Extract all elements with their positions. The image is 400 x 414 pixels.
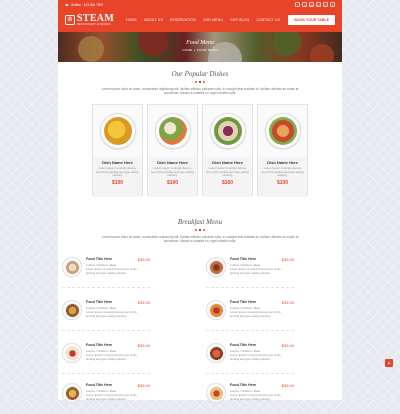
dish-price: $100 xyxy=(221,179,234,186)
dish-description: Lorem Ipsum is simply dummy text of the … xyxy=(151,166,194,178)
twitter-icon[interactable]: t xyxy=(302,2,307,7)
menu-item-description: Lorem Ipsum is simply dummy text of the … xyxy=(86,310,137,318)
menu-item-description: Lorem Ipsum is simply dummy text of the … xyxy=(230,310,281,318)
divider-dots xyxy=(58,229,342,231)
menu-item-image xyxy=(62,343,82,363)
book-table-button[interactable]: BOOK YOUR TABLE xyxy=(288,15,335,25)
menu-item-price: $35.00 xyxy=(281,343,294,348)
nav-item-about[interactable]: ABOUT US xyxy=(144,18,163,22)
menu-item-description: Lorem Ipsum is simply dummy text of the … xyxy=(230,393,281,401)
dish-card[interactable]: Dish Name Here Lorem Ipsum is simply dum… xyxy=(147,104,198,197)
menu-item-price: $35.00 xyxy=(137,257,150,262)
chef-hat-icon: ♔ xyxy=(65,15,75,25)
menu-item-description: Lorem Ipsum is simply dummy text of the … xyxy=(86,267,137,275)
dish-description: Lorem Ipsum is simply dummy text of the … xyxy=(96,166,139,178)
divider-dots xyxy=(58,81,342,83)
vimeo-icon[interactable]: v xyxy=(330,2,335,7)
dish-card[interactable]: Dish Name Here Lorem Ipsum is simply dum… xyxy=(257,104,308,197)
menu-item-image xyxy=(206,383,226,403)
hotline-text: Hotline : 123 456 7890 xyxy=(70,2,104,7)
menu-item-image xyxy=(62,257,82,277)
menu-item-image xyxy=(206,257,226,277)
dish-image xyxy=(93,105,142,157)
dish-price: $100 xyxy=(276,179,289,186)
menu-item-price: $35.00 xyxy=(281,383,294,388)
site-header: ☎ Hotline : 123 456 7890 f t g+ in p v ♔… xyxy=(58,0,342,32)
dish-image xyxy=(258,105,307,157)
menu-item[interactable]: Food Title Here Curries / Chicken / Meat… xyxy=(62,340,150,374)
menu-item-description: Lorem Ipsum is simply dummy text of the … xyxy=(230,267,281,275)
logo-title: STEAM xyxy=(77,13,115,24)
nav-item-reservation[interactable]: RESERVATION xyxy=(170,18,196,22)
menu-item-category: Curries / Chicken / Meat xyxy=(230,388,260,393)
menu-item-category: Curries / Chicken / Meat xyxy=(230,262,260,267)
dish-description: Lorem Ipsum is simply dummy text of the … xyxy=(261,166,304,178)
breakfast-section-description: Lorem ipsum dolor sit amet, consectetur … xyxy=(101,235,299,244)
menu-item-image xyxy=(206,300,226,320)
dish-description: Lorem Ipsum is simply dummy text of the … xyxy=(206,166,249,178)
main-navigation: ♔ STEAM RESTAURANT & DRINKS HOME ABOUT U… xyxy=(58,10,342,30)
menu-item-price: $35.00 xyxy=(137,343,150,348)
menu-item-price: $35.00 xyxy=(137,383,150,388)
dish-name: Dish Name Here xyxy=(212,160,243,165)
popular-section-title: Our Popular Dishes xyxy=(171,70,229,78)
dish-image xyxy=(203,105,252,157)
menu-item-category: Curries / Chicken / Meat xyxy=(86,388,116,393)
menu-item[interactable]: Food Title Here Curries / Chicken / Meat… xyxy=(62,297,150,331)
menu-item[interactable]: Food Title Here Curries / Chicken / Meat… xyxy=(206,380,294,414)
menu-item[interactable]: Food Title Here Curries / Chicken / Meat… xyxy=(206,254,294,288)
menu-item-price: $35.00 xyxy=(281,300,294,305)
menu-item-category: Curries / Chicken / Meat xyxy=(86,305,116,310)
popular-dishes-grid: Dish Name Here Lorem Ipsum is simply dum… xyxy=(92,104,308,197)
menu-item[interactable]: Food Title Here Curries / Chicken / Meat… xyxy=(62,380,150,414)
pinterest-icon[interactable]: p xyxy=(323,2,328,7)
dish-name: Dish Name Here xyxy=(157,160,188,165)
nav-item-menu[interactable]: OUR MENU xyxy=(203,18,223,22)
hero-banner: Food Menu HOME » FOOD MENU xyxy=(58,32,342,62)
menu-item-price: $35.00 xyxy=(281,257,294,262)
dish-name: Dish Name Here xyxy=(102,160,133,165)
logo[interactable]: ♔ STEAM RESTAURANT & DRINKS xyxy=(65,14,114,26)
arrow-up-icon[interactable]: ▲ xyxy=(385,359,393,367)
menu-item-category: Curries / Chicken / Meat xyxy=(230,348,260,353)
linkedin-icon[interactable]: in xyxy=(316,2,321,7)
menu-item-description: Lorem Ipsum is simply dummy text of the … xyxy=(230,353,281,361)
menu-item[interactable]: Food Title Here Curries / Chicken / Meat… xyxy=(206,340,294,374)
nav-menu: HOME ABOUT US RESERVATION OUR MENU OUR B… xyxy=(126,18,280,22)
menu-item-image xyxy=(62,383,82,403)
menu-item-description: Lorem Ipsum is simply dummy text of the … xyxy=(86,353,137,361)
menu-item-category: Curries / Chicken / Meat xyxy=(230,305,260,310)
logo-subtitle: RESTAURANT & DRINKS xyxy=(77,23,111,26)
menu-item-price: $35.00 xyxy=(137,300,150,305)
dish-price: $100 xyxy=(111,179,124,186)
menu-item-category: Curries / Chicken / Meat xyxy=(86,348,116,353)
menu-item-description: Lorem Ipsum is simply dummy text of the … xyxy=(86,393,137,401)
popular-section-description: Lorem ipsum dolor sit amet, consectetur … xyxy=(101,87,299,96)
phone-icon: ☎ xyxy=(65,2,69,7)
menu-item-image xyxy=(206,343,226,363)
menu-item[interactable]: Food Title Here Curries / Chicken / Meat… xyxy=(62,254,150,288)
breadcrumb[interactable]: HOME » FOOD MENU xyxy=(58,48,342,52)
dish-image xyxy=(148,105,197,157)
dish-card[interactable]: Dish Name Here Lorem Ipsum is simply dum… xyxy=(202,104,253,197)
dish-price: $100 xyxy=(166,179,179,186)
top-bar: ☎ Hotline : 123 456 7890 f t g+ in p v xyxy=(58,0,342,9)
menu-item-category: Curries / Chicken / Meat xyxy=(86,262,116,267)
nav-item-contact[interactable]: CONTACT US xyxy=(256,18,280,22)
facebook-icon[interactable]: f xyxy=(295,2,300,7)
dish-card[interactable]: Dish Name Here Lorem Ipsum is simply dum… xyxy=(92,104,143,197)
nav-item-blog[interactable]: OUR BLOG xyxy=(230,18,250,22)
nav-item-home[interactable]: HOME xyxy=(126,18,137,22)
social-links: f t g+ in p v xyxy=(295,2,335,7)
dish-name: Dish Name Here xyxy=(267,160,298,165)
google-plus-icon[interactable]: g+ xyxy=(309,2,314,7)
breakfast-section-title: Breakfast Menu xyxy=(177,218,223,226)
hero-title: Food Menu xyxy=(186,40,214,46)
hero-content: Food Menu HOME » FOOD MENU xyxy=(58,40,342,52)
menu-item-image xyxy=(62,300,82,320)
menu-item[interactable]: Food Title Here Curries / Chicken / Meat… xyxy=(206,297,294,331)
hotline: ☎ Hotline : 123 456 7890 xyxy=(65,3,103,7)
